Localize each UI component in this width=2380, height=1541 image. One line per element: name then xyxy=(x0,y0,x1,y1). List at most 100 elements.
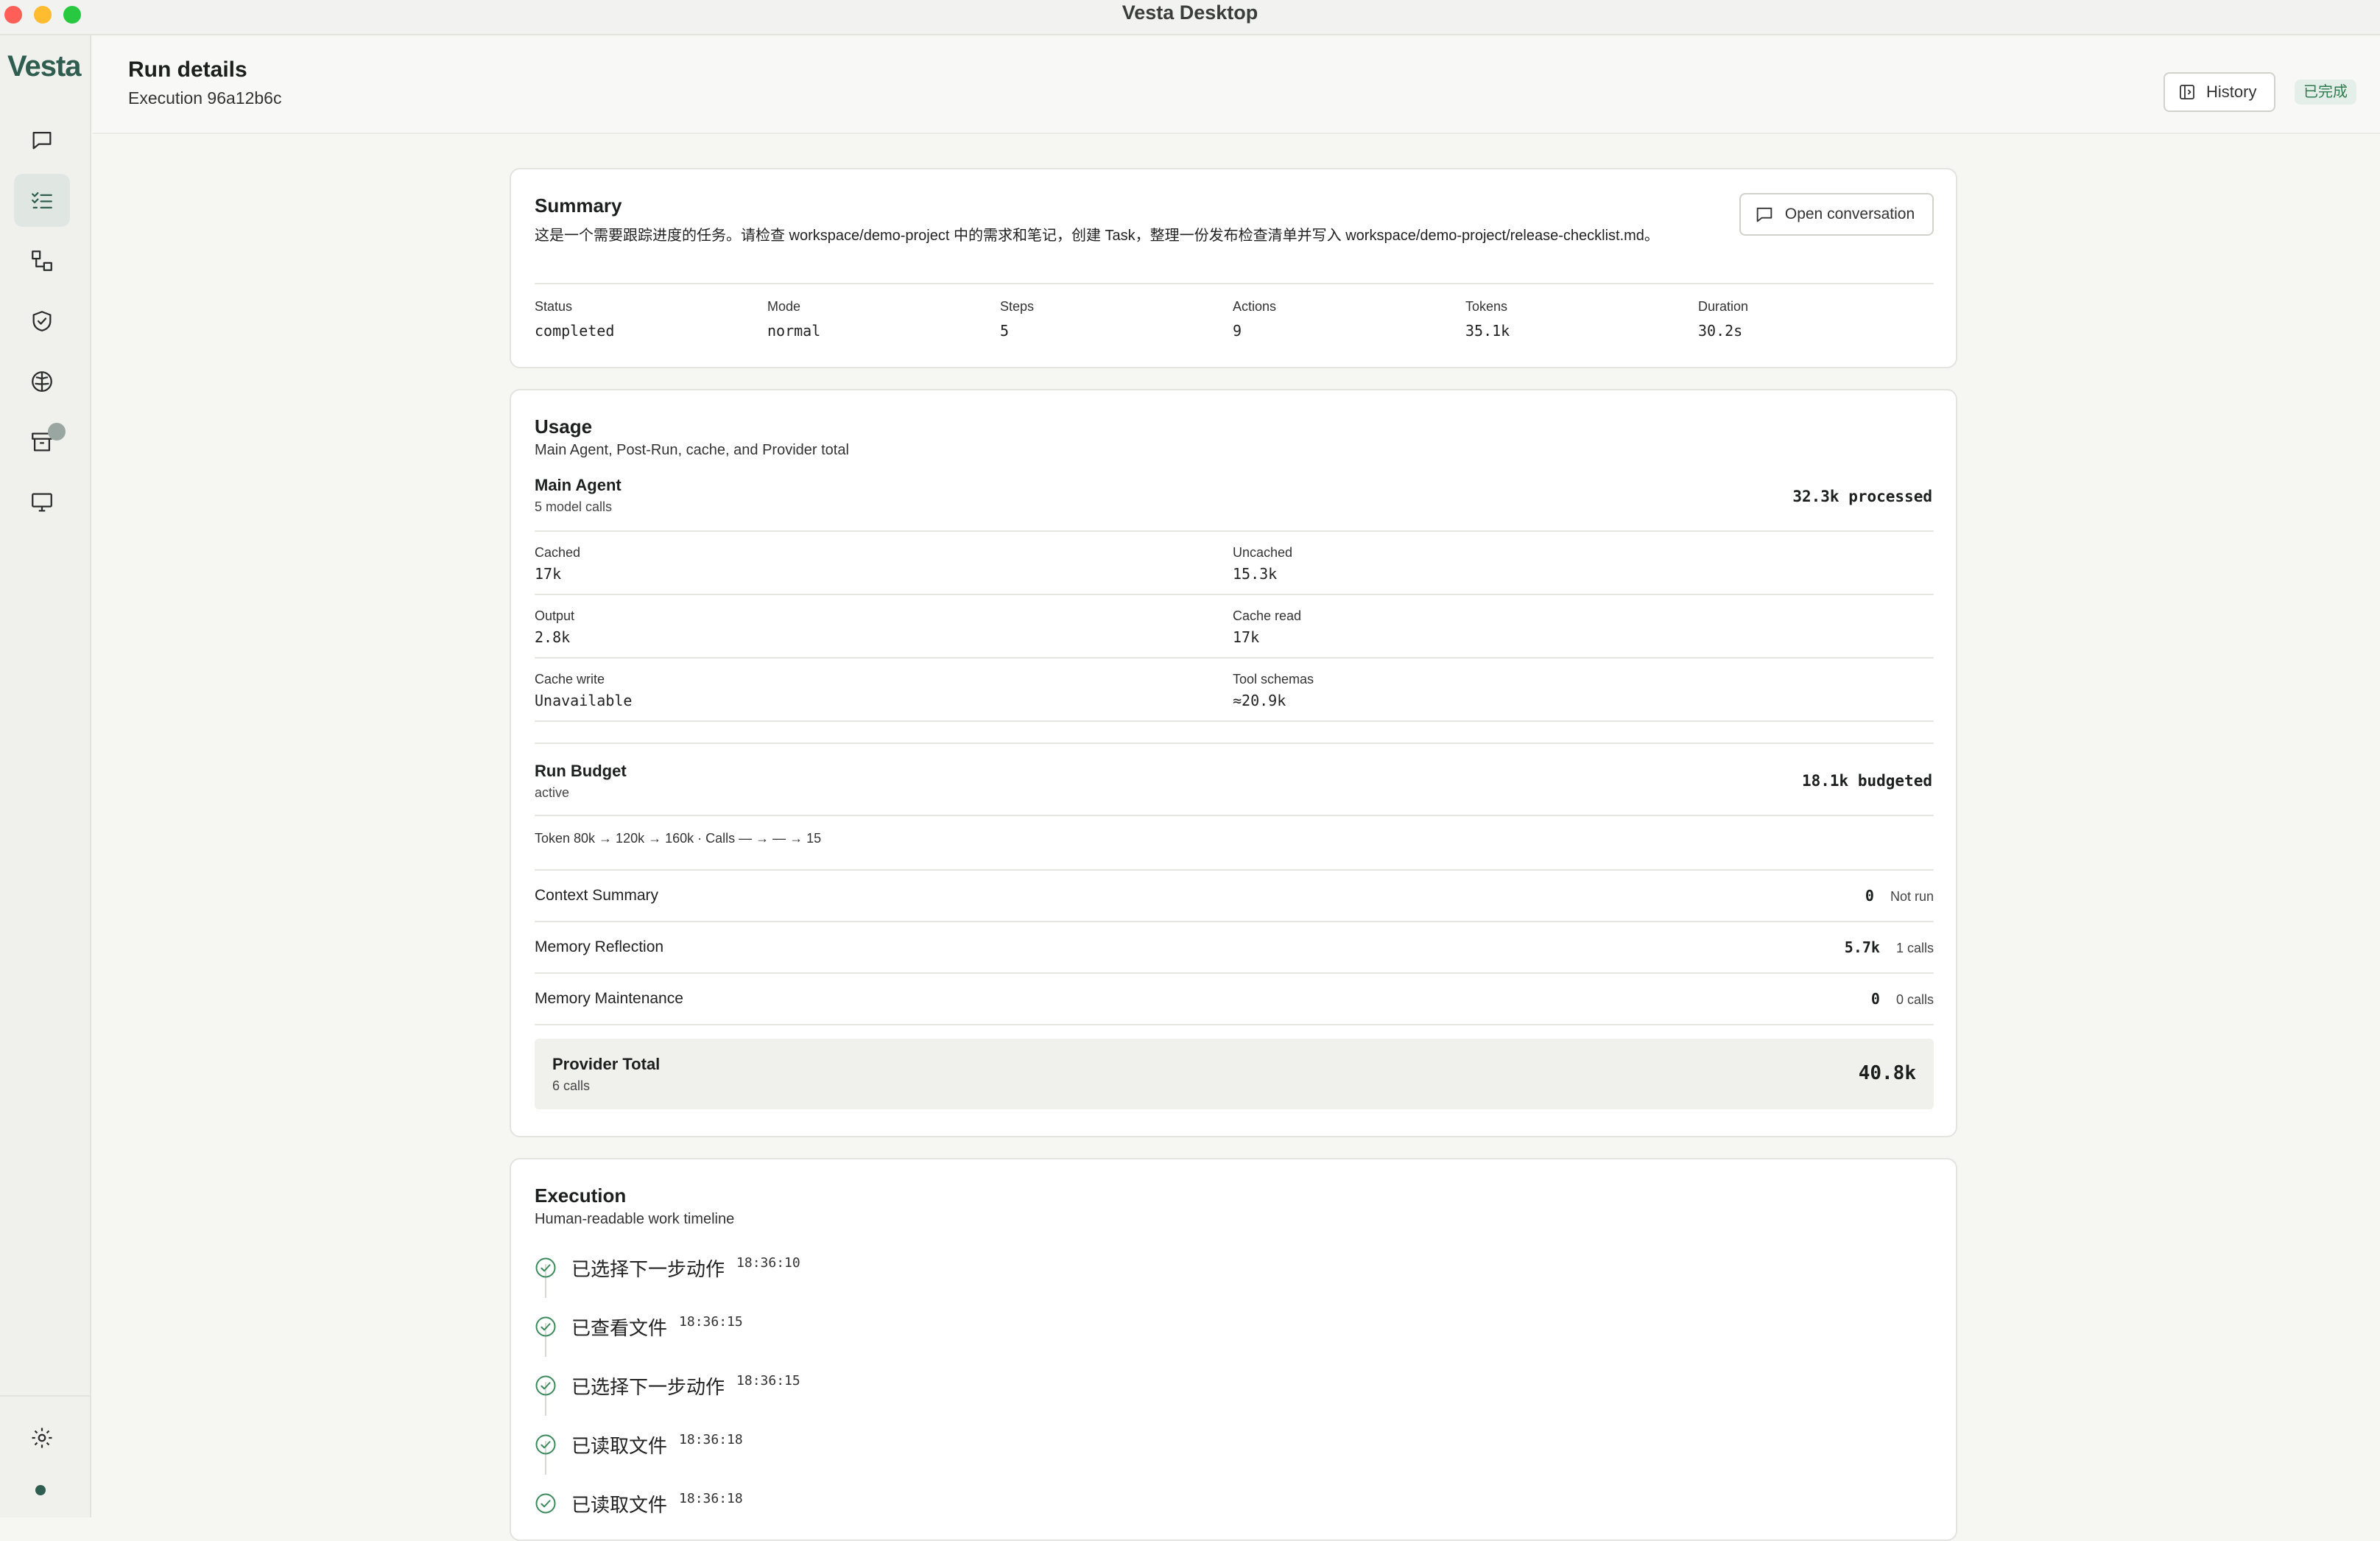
checklist-icon xyxy=(32,192,52,209)
provider-total-title: Provider Total xyxy=(552,1055,661,1073)
sidebar-item-settings[interactable] xyxy=(14,1411,70,1464)
usage-divider xyxy=(535,594,1934,595)
post-run-name: Memory Maintenance xyxy=(535,990,683,1007)
stat-mode: Mode normal xyxy=(767,299,988,340)
post-run-memory-reflection: Memory Reflection 5.7k 1 calls xyxy=(535,922,1934,974)
metric-value: ≈20.9k xyxy=(1233,692,1286,709)
sidebar: Vesta xyxy=(0,35,91,1517)
sidebar-item-desktop[interactable] xyxy=(14,476,70,529)
summary-divider xyxy=(535,283,1934,284)
page-title: Run details xyxy=(128,57,247,82)
metric-label: Tool schemas xyxy=(1233,672,1314,687)
metric-label: Output xyxy=(535,608,575,623)
history-button-label: History xyxy=(2206,83,2257,101)
check-circle-icon xyxy=(535,1493,556,1514)
usage-divider xyxy=(535,815,1934,816)
timeline-time: 18:36:18 xyxy=(679,1431,743,1447)
gear-icon xyxy=(32,1428,52,1448)
sidebar-item-memory[interactable] xyxy=(14,355,70,408)
metric-label: Cached xyxy=(535,545,581,560)
window-titlebar: Vesta Desktop xyxy=(0,0,2380,35)
execution-id: Execution 96a12b6c xyxy=(128,88,282,108)
execution-card: Execution Human-readable work timeline 已… xyxy=(510,1158,1957,1541)
monitor-icon xyxy=(32,493,52,512)
stat-value: 9 xyxy=(1233,322,1242,340)
metric-value: 15.3k xyxy=(1233,565,1278,583)
provider-total: Provider Total 6 calls 40.8k xyxy=(535,1039,1934,1109)
metric-cache-write: Cache write Unavailable xyxy=(535,672,1197,709)
usage-divider xyxy=(535,530,1934,532)
sidebar-item-runs[interactable] xyxy=(14,174,70,227)
chat-icon xyxy=(32,131,52,150)
timeline-item[interactable]: 已读取文件 18:36:18 xyxy=(535,1426,743,1463)
usage-divider xyxy=(535,657,1934,659)
timeline-item[interactable]: 已查看文件 18:36:15 xyxy=(535,1308,743,1345)
sidebar-panel-icon xyxy=(2180,85,2194,99)
stat-label: Mode xyxy=(767,299,801,314)
main-agent-calls: 5 model calls xyxy=(535,499,613,514)
post-run-context-summary: Context Summary 0 Not run xyxy=(535,871,1934,922)
sidebar-item-workflows[interactable] xyxy=(14,234,70,287)
stat-value: 30.2s xyxy=(1698,322,1743,340)
window-title: Vesta Desktop xyxy=(1122,1,1258,24)
metric-label: Cache read xyxy=(1233,608,1302,623)
metric-tool-schemas: Tool schemas ≈20.9k xyxy=(1233,672,1895,709)
open-conversation-label: Open conversation xyxy=(1784,206,1915,222)
post-run-value: 0 xyxy=(1870,990,1880,1008)
timeline-label: 已选择下一步动作 xyxy=(571,1375,725,1398)
post-run-name: Context Summary xyxy=(535,887,659,904)
timeline-label: 已读取文件 xyxy=(571,1434,668,1457)
timeline-label: 已查看文件 xyxy=(571,1316,668,1339)
usage-subtitle: Main Agent, Post-Run, cache, and Provide… xyxy=(535,442,849,458)
stat-label: Steps xyxy=(1000,299,1035,314)
timeline-time: 18:36:18 xyxy=(679,1490,743,1506)
brain-icon xyxy=(32,371,52,392)
post-run-memory-maintenance: Memory Maintenance 0 0 calls xyxy=(535,974,1934,1025)
check-circle-icon xyxy=(535,1434,556,1455)
post-run-note: Not run xyxy=(1890,889,1934,904)
stat-duration: Duration 30.2s xyxy=(1698,299,1919,340)
usage-divider xyxy=(535,720,1934,722)
usage-card: Usage Main Agent, Post-Run, cache, and P… xyxy=(510,389,1957,1137)
post-run-value: 5.7k xyxy=(1844,938,1880,956)
stat-tokens: Tokens 35.1k xyxy=(1465,299,1686,340)
sidebar-divider xyxy=(0,1395,90,1397)
metric-label: Uncached xyxy=(1233,545,1293,560)
sidebar-item-archive[interactable] xyxy=(14,415,70,468)
check-circle-icon xyxy=(535,1316,556,1337)
open-conversation-button[interactable]: Open conversation xyxy=(1739,193,1934,236)
stat-value: 5 xyxy=(1000,322,1010,340)
sidebar-item-chat[interactable] xyxy=(14,113,70,166)
provider-total-value: 40.8k xyxy=(1858,1062,1916,1084)
stat-label: Actions xyxy=(1233,299,1277,314)
page-header: Run details Execution 96a12b6c History 已… xyxy=(93,37,2380,134)
summary-card: Summary 这是一个需要跟踪进度的任务。请检查 workspace/demo… xyxy=(510,168,1957,368)
execution-subtitle: Human-readable work timeline xyxy=(535,1211,735,1227)
timeline-time: 18:36:15 xyxy=(679,1313,743,1330)
stat-status: Status completed xyxy=(535,299,756,340)
metric-value: 17k xyxy=(1233,628,1260,646)
timeline-item[interactable]: 已选择下一步动作 18:36:15 xyxy=(535,1367,800,1404)
run-budget-title: Run Budget xyxy=(535,762,627,780)
metric-value: 17k xyxy=(535,565,562,583)
post-run-name: Memory Reflection xyxy=(535,938,664,955)
stat-actions: Actions 9 xyxy=(1233,299,1454,340)
shield-check-icon xyxy=(32,311,52,331)
metric-cached: Cached 17k xyxy=(535,545,1197,583)
stat-value: normal xyxy=(767,322,821,340)
provider-total-calls: 6 calls xyxy=(552,1078,591,1093)
usage-title: Usage xyxy=(535,415,593,438)
stat-label: Tokens xyxy=(1465,299,1508,314)
timeline-item[interactable]: 已读取文件 18:36:18 xyxy=(535,1485,743,1522)
post-run-note: 1 calls xyxy=(1895,941,1934,955)
metric-output: Output 2.8k xyxy=(535,608,1197,646)
timeline-label: 已选择下一步动作 xyxy=(571,1257,725,1280)
history-button[interactable]: History xyxy=(2164,72,2275,112)
timeline-item[interactable]: 已选择下一步动作 18:36:10 xyxy=(535,1249,800,1286)
check-circle-icon xyxy=(535,1257,556,1278)
status-badge: 已完成 xyxy=(2295,80,2356,105)
stat-label: Duration xyxy=(1698,299,1749,314)
sidebar-item-security[interactable] xyxy=(14,295,70,348)
usage-divider xyxy=(535,743,1934,744)
stat-steps: Steps 5 xyxy=(1000,299,1221,340)
